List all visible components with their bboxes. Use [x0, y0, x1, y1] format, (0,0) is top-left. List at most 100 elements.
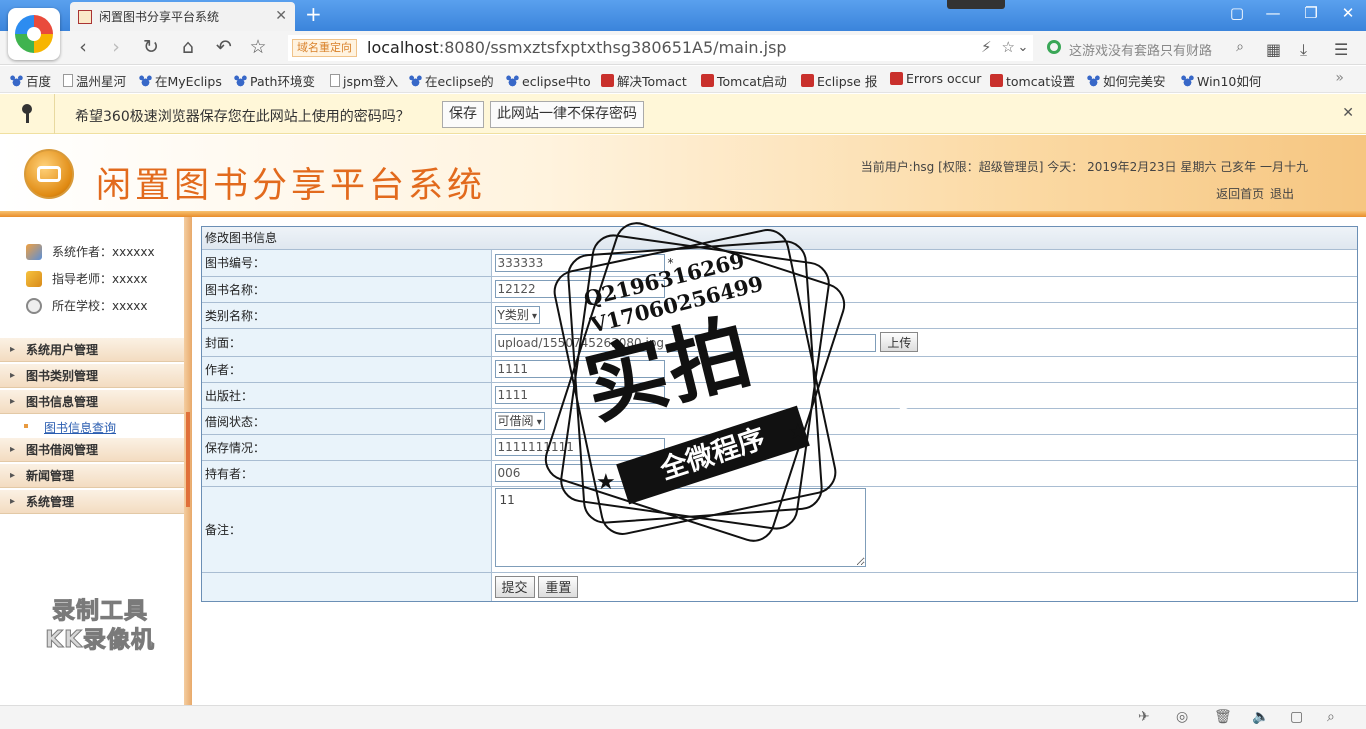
menu-book-info-management[interactable]: 图书信息管理	[0, 390, 184, 414]
close-window-button[interactable]: ✕	[1333, 4, 1363, 22]
book-name-input[interactable]	[494, 280, 665, 298]
save-password-button[interactable]: 保存	[442, 101, 484, 128]
bookmark-item[interactable]: jspm登入	[330, 71, 398, 90]
redirect-badge[interactable]: 域名重定向	[292, 39, 357, 57]
form-caption: 修改图书信息	[202, 227, 1357, 250]
baidu-paw-icon	[234, 74, 247, 87]
zoom-icon[interactable]: ⌕	[1327, 709, 1335, 725]
submit-button[interactable]: 提交	[494, 575, 535, 598]
upload-button[interactable]: 上传	[880, 332, 919, 352]
never-save-password-button[interactable]: 此网站一律不保存密码	[490, 101, 644, 128]
csdn-icon	[701, 74, 714, 87]
sidebar-splitter[interactable]	[184, 217, 192, 705]
baidu-paw-icon	[409, 74, 422, 87]
bookmark-item[interactable]: Tomcat启动	[701, 71, 787, 90]
label-publisher: 出版社：	[202, 382, 492, 409]
csdn-icon	[601, 74, 614, 87]
minimize-button[interactable]: —	[1258, 4, 1288, 22]
user-info: 当前用户:hsg [权限：超级管理员] 今天： 2019年2月23日 星期六 己…	[860, 160, 1308, 174]
label-book-name: 图书名称：	[202, 276, 492, 303]
csdn-icon	[990, 74, 1003, 87]
favorite-star-icon[interactable]: ☆	[247, 36, 269, 58]
home-link[interactable]: 返回首页	[1216, 187, 1264, 201]
bookmark-item[interactable]: Path环境变	[234, 71, 315, 90]
bookmark-item[interactable]: Errors occur	[890, 71, 981, 86]
apps-grid-icon[interactable]: ▦	[1266, 40, 1281, 59]
close-icon[interactable]: ✕	[1342, 105, 1354, 121]
site-logo-icon	[24, 149, 74, 199]
cover-path-input[interactable]	[494, 333, 876, 352]
site-header: 闲置图书分享平台系统 当前用户:hsg [权限：超级管理员] 今天： 2019年…	[0, 135, 1366, 217]
close-tab-icon[interactable]: ✕	[275, 8, 287, 24]
menu-user-management[interactable]: 系统用户管理	[0, 338, 184, 362]
logout-link[interactable]: 退出	[1270, 187, 1294, 201]
header-links: 返回首页 退出	[1214, 185, 1294, 202]
restore-button[interactable]: ❐	[1296, 4, 1326, 22]
csdn-icon	[890, 72, 903, 85]
trash-icon[interactable]: 🗑	[1214, 709, 1232, 725]
browser-logo-icon[interactable]	[8, 8, 60, 60]
bookmarks-bar: 百度 温州星河 在MyEclips Path环境变 jspm登入 在eclips…	[0, 66, 1366, 93]
book-no-input[interactable]	[494, 253, 665, 272]
label-holder: 持有者：	[202, 460, 492, 487]
accelerate-icon[interactable]: ◎	[1176, 709, 1188, 725]
clock-icon	[26, 297, 42, 314]
search-icon[interactable]: ⌕	[1236, 39, 1244, 55]
search-box[interactable]: 这游戏没有套路只有财路 ⌕	[1045, 35, 1250, 61]
menu-borrow-management[interactable]: 图书借阅管理	[0, 438, 184, 462]
label-category: 类别名称：	[202, 302, 492, 329]
window-icon[interactable]: ▢	[1290, 709, 1303, 725]
reset-button[interactable]: 重置	[538, 575, 579, 598]
bookmark-item[interactable]: 在eclipse的	[409, 71, 494, 90]
author-input[interactable]	[494, 360, 665, 378]
publisher-input[interactable]	[494, 386, 665, 404]
chevron-down-icon[interactable]: ⌄	[1012, 40, 1034, 55]
more-bookmarks-icon[interactable]: »	[1335, 70, 1344, 86]
school-info: 所在学校：xxxxx	[26, 297, 148, 314]
window-thumbnail	[947, 0, 1005, 9]
bookmark-item[interactable]: eclipse中to	[506, 71, 591, 90]
holder-input[interactable]	[494, 464, 665, 482]
address-bar[interactable]: 域名重定向 localhost:8080/ssmxztsfxptxthsg380…	[288, 35, 1033, 61]
bookmark-item[interactable]: tomcat设置	[990, 71, 1075, 90]
menu-system-management[interactable]: 系统管理	[0, 490, 184, 514]
browser-tab[interactable]: 闲置图书分享平台系统 ✕	[70, 2, 295, 31]
volume-icon[interactable]: 🔈	[1252, 709, 1269, 725]
undo-icon[interactable]: ↶	[213, 36, 235, 58]
csdn-icon	[801, 74, 814, 87]
bookmark-item[interactable]: 温州星河	[63, 71, 126, 90]
menu-category-management[interactable]: 图书类别管理	[0, 364, 184, 388]
search-input[interactable]: 这游戏没有套路只有财路	[1069, 40, 1231, 59]
label-borrow-status: 借阅状态：	[202, 408, 492, 435]
skin-icon[interactable]: ▢	[1222, 4, 1252, 22]
label-book-no: 图书编号：	[202, 250, 492, 277]
bookmark-item[interactable]: 百度	[10, 71, 51, 90]
teacher-info: 指导老师：xxxxx	[26, 270, 148, 287]
bookmark-item[interactable]: Win10如何	[1181, 71, 1261, 90]
category-select[interactable]: Y类别	[494, 306, 541, 324]
download-icon[interactable]: ⤓	[1300, 40, 1307, 60]
reload-button[interactable]: ↻	[140, 36, 162, 58]
site-title: 闲置图书分享平台系统	[96, 166, 487, 206]
bookmark-item[interactable]: 在MyEclips	[139, 71, 222, 90]
teacher-icon	[26, 270, 42, 287]
favicon-icon	[78, 9, 92, 24]
bookmark-item[interactable]: 解决Tomact	[601, 71, 687, 90]
bookmark-item[interactable]: Eclipse 报	[801, 71, 877, 90]
page-icon	[330, 74, 340, 87]
page-icon	[63, 74, 73, 87]
preservation-input[interactable]	[494, 438, 665, 456]
bookmark-item[interactable]: 如何完美安	[1087, 71, 1166, 90]
submenu-book-query[interactable]: 图书信息查询	[24, 419, 116, 436]
forward-button[interactable]: ›	[105, 36, 127, 58]
remark-textarea[interactable]: 11	[494, 488, 866, 567]
rocket-icon[interactable]: ✈	[1138, 709, 1150, 725]
home-icon[interactable]: ⌂	[177, 36, 199, 58]
menu-icon[interactable]: ☰	[1334, 40, 1348, 59]
new-tab-button[interactable]: +	[305, 4, 322, 24]
back-button[interactable]: ‹	[72, 36, 94, 58]
borrow-status-select[interactable]: 可借阅	[494, 412, 545, 430]
baidu-paw-icon	[506, 74, 519, 87]
label-preservation: 保存情况：	[202, 434, 492, 461]
menu-news-management[interactable]: 新闻管理	[0, 464, 184, 488]
